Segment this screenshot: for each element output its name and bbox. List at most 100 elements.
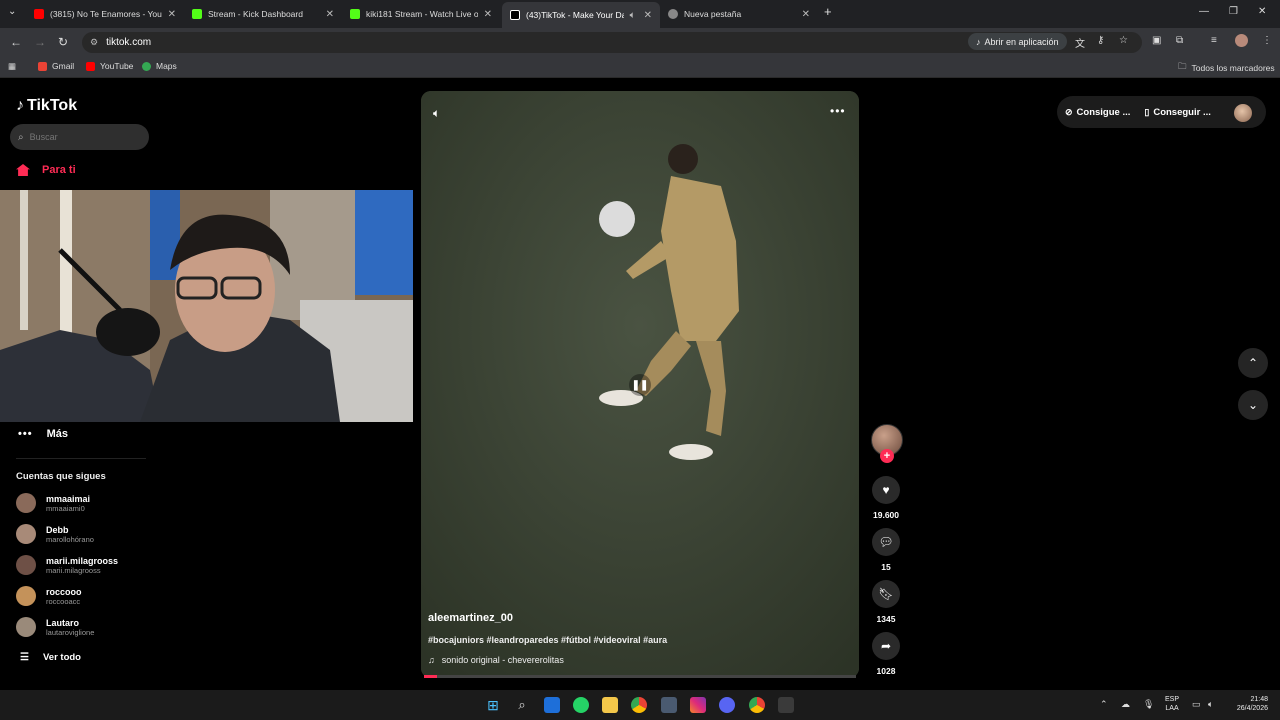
close-icon[interactable]: ✕ [326, 9, 334, 20]
search-input[interactable] [29, 132, 130, 142]
chrome-icon[interactable] [631, 697, 647, 713]
chevron-down-icon: ⌄ [1247, 398, 1259, 412]
discord-icon[interactable] [719, 697, 735, 713]
more-options-icon[interactable]: ••• [830, 104, 846, 118]
nav-for-you-label: Para ti [42, 164, 76, 176]
tab-new-tab[interactable]: Nueva pestaña ✕ [660, 4, 818, 24]
bookmark-maps[interactable]: Maps [142, 61, 177, 71]
search-icon[interactable]: ⌕ [514, 697, 530, 713]
site-info-icon[interactable]: ⚙ [90, 37, 98, 48]
chrome-icon[interactable] [749, 697, 765, 713]
followed-account[interactable]: Debb marollohórano [16, 524, 94, 544]
share-button[interactable]: ➦ 1028 [872, 632, 900, 676]
save-button[interactable]: 🔖︎ 1345 [872, 580, 900, 624]
reload-icon[interactable]: ↻ [58, 35, 68, 49]
tab-search-icon[interactable]: ⌄ [8, 6, 16, 17]
account-name: roccooo [46, 586, 82, 597]
account-name: marii.milagrooss [46, 555, 119, 566]
get-coins-button[interactable]: ⊘ Consigue ... [1065, 107, 1130, 118]
close-icon[interactable]: ✕ [168, 9, 176, 20]
windows-start-icon[interactable]: ⊞ [485, 697, 501, 713]
system-clock[interactable]: 21:48 26/4/2026 [1228, 695, 1268, 713]
tab-kick-stream[interactable]: kiki181 Stream - Watch Live on ✕ [342, 4, 500, 24]
window-close-icon[interactable]: ✕ [1258, 6, 1266, 17]
volume-icon[interactable]: 🔈︎ [433, 106, 440, 121]
video-sound[interactable]: ♫ sonido original - chevererolitas [428, 655, 564, 665]
get-app-button[interactable]: ▯ Conseguir ... [1144, 107, 1211, 118]
tiktok-page: ♪ TikTok ⌕ Para ti ••• [0, 80, 1280, 690]
video-author[interactable]: aleemartinez_00 [428, 612, 513, 624]
tab-youtube[interactable]: (3815) No Te Enamores - YouTu ✕ [26, 4, 184, 24]
video-progress-fill [424, 675, 437, 678]
tab-title: Stream - Kick Dashboard [208, 9, 303, 19]
settings-icon[interactable] [661, 697, 677, 713]
tiktok-logo[interactable]: ♪ TikTok [16, 97, 77, 115]
microphone-icon[interactable]: 🎙︎ [1143, 699, 1154, 710]
bookmark-youtube[interactable]: YouTube [86, 61, 133, 71]
onedrive-icon[interactable]: ☁ [1121, 699, 1130, 710]
profile-avatar[interactable] [1235, 34, 1248, 47]
followed-account[interactable]: roccooo roccooacc [16, 586, 82, 606]
network-icon[interactable]: ▭ [1192, 699, 1201, 710]
media-control-icon[interactable]: ≡ [1211, 35, 1217, 46]
language-indicator[interactable]: ESP LAA [1165, 695, 1179, 713]
bookmark-gmail[interactable]: Gmail [38, 61, 74, 71]
password-key-icon[interactable]: ⚷ [1097, 35, 1104, 46]
gmail-icon [38, 61, 47, 71]
close-icon[interactable]: ✕ [484, 9, 492, 20]
webcam-feed [0, 190, 413, 422]
file-explorer-icon[interactable] [602, 697, 618, 713]
followed-account[interactable]: marii.milagrooss marii.milagrooss [16, 555, 118, 575]
next-video-button[interactable]: ⌄ [1238, 390, 1268, 420]
account-handle: mmaaiami0 [46, 503, 85, 513]
video-progress-bar[interactable] [424, 675, 856, 678]
previous-video-button[interactable]: ⌃ [1238, 348, 1268, 378]
youtube-icon [34, 9, 44, 19]
pause-icon[interactable]: ❚❚ [629, 374, 651, 396]
see-all-button[interactable]: ☰ Ver todo [20, 652, 81, 663]
speaker-icon[interactable]: 🔈︎ [630, 10, 636, 21]
maximize-icon[interactable]: ❐ [1229, 6, 1238, 17]
kick-icon [350, 9, 360, 19]
tray-expand-icon[interactable]: ⌃ [1100, 699, 1108, 710]
chrome-menu-icon[interactable]: ⋮ [1262, 35, 1272, 46]
close-icon[interactable]: ✕ [644, 10, 652, 21]
all-bookmarks[interactable]: 🗀 Todos los marcadores [1178, 61, 1275, 75]
open-in-app-button[interactable]: ♪ Abrir en aplicación [968, 33, 1067, 50]
forward-icon[interactable]: → [34, 35, 46, 49]
app-icon[interactable] [778, 697, 794, 713]
new-tab-icon[interactable]: + [824, 4, 832, 19]
nav-more[interactable]: ••• Más [18, 428, 68, 440]
minimize-icon[interactable]: — [1199, 6, 1209, 17]
nav-for-you[interactable]: Para ti [16, 164, 76, 176]
back-icon[interactable]: ← [10, 35, 22, 49]
bookmark-star-icon[interactable]: ☆ [1119, 35, 1128, 46]
tiktok-icon [510, 10, 520, 20]
like-button[interactable]: ♥ 19.600 [872, 476, 900, 520]
followed-account[interactable]: mmaaimai mmaaiami0 [16, 493, 90, 513]
video-caption[interactable]: #bocajuniors #leandroparedes #fútbol #vi… [428, 635, 667, 645]
followed-account[interactable]: Lautaro lautaroviglione [16, 617, 94, 637]
avatar [16, 524, 36, 544]
follow-plus-icon[interactable]: + [880, 449, 894, 463]
tab-title: (3815) No Te Enamores - YouTu [50, 9, 162, 19]
cast-icon[interactable]: ▣ [1152, 35, 1161, 46]
volume-icon[interactable]: 🔈︎ [1208, 699, 1213, 710]
tab-kick-dashboard[interactable]: Stream - Kick Dashboard ✕ [184, 4, 342, 24]
clock-date: 26/4/2026 [1236, 705, 1268, 712]
instagram-icon[interactable] [690, 697, 706, 713]
extensions-icon[interactable]: ⧉ [1176, 35, 1183, 46]
tab-tiktok[interactable]: (43)TikTok - Make Your Day 🔈︎ ✕ [502, 2, 660, 28]
whatsapp-icon[interactable] [573, 697, 589, 713]
open-in-app-label: Abrir en aplicación [984, 36, 1059, 47]
apps-grid-icon[interactable]: ▦ [8, 61, 16, 72]
comment-button[interactable]: 💬︎ 15 [872, 528, 900, 572]
tab-title: (43)TikTok - Make Your Day [526, 10, 624, 20]
close-icon[interactable]: ✕ [802, 9, 810, 20]
avatar [16, 493, 36, 513]
user-avatar[interactable] [1234, 104, 1252, 122]
translate-icon[interactable]: 文 [1075, 35, 1085, 50]
following-accounts-title: Cuentas que sigues [16, 471, 106, 482]
defender-icon[interactable] [544, 697, 560, 713]
search-box[interactable]: ⌕ [10, 124, 149, 150]
